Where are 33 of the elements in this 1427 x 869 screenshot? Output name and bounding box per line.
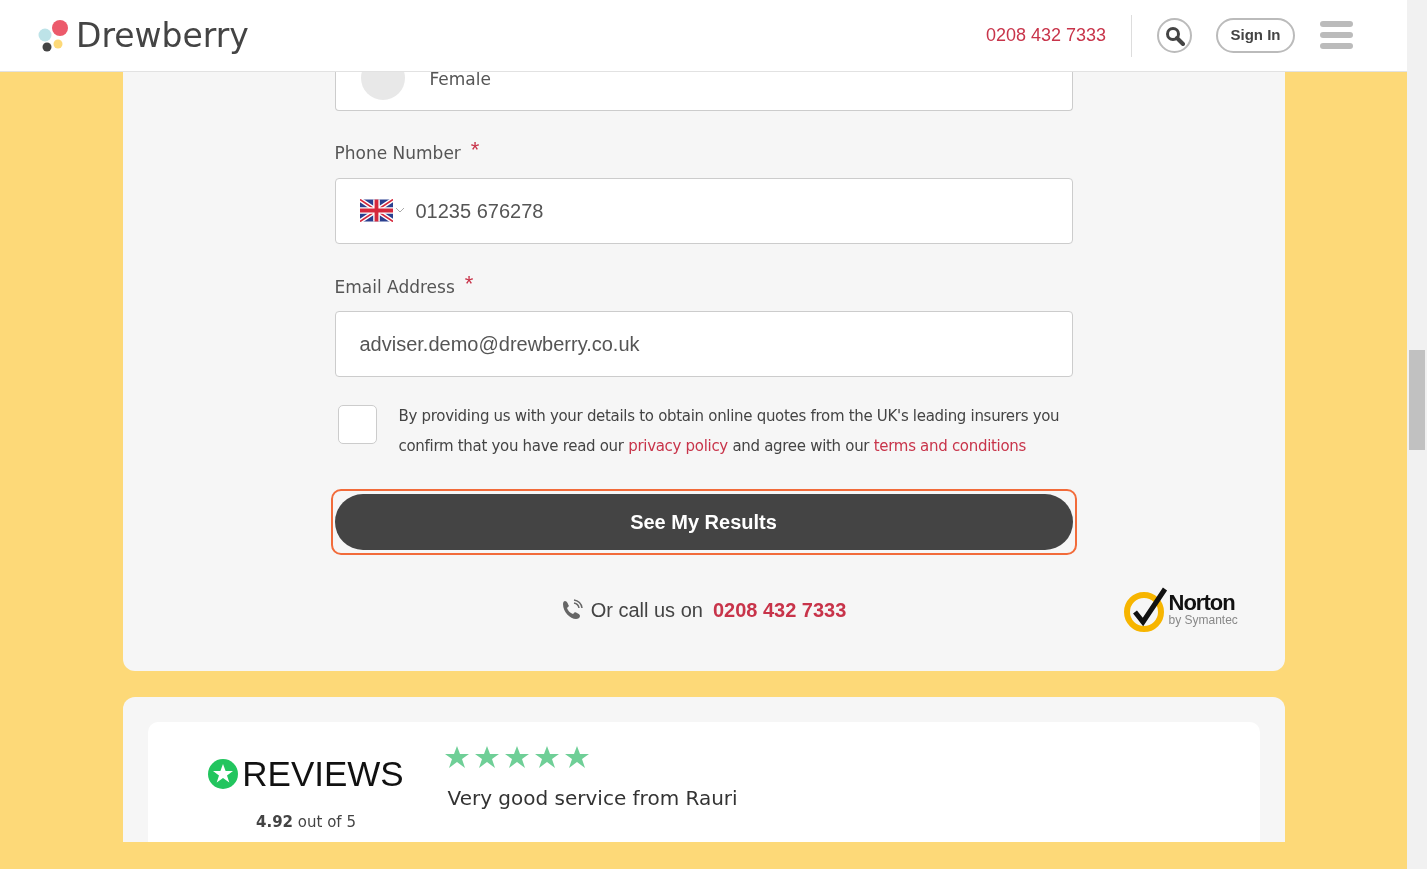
submit-button[interactable]: See My Results [334, 494, 1073, 550]
required-mark: * [470, 136, 480, 164]
badge-subtitle: by Symantec [1168, 614, 1238, 626]
rating-text: 4.92 out of 5 [256, 812, 356, 833]
phone-field[interactable]: 01235 676278 [334, 177, 1073, 244]
chevron-icon [395, 208, 404, 213]
logo-text[interactable]: Drewberry [76, 19, 249, 52]
field-label: Phone Number [334, 142, 461, 165]
gender-option[interactable]: Female [334, 72, 1073, 111]
menu-icon[interactable] [1320, 21, 1353, 50]
phone-icon [560, 599, 583, 621]
option-label: Female [429, 72, 491, 91]
reviews-logo-text: REVIEWS [242, 756, 404, 791]
phone-link[interactable]: 0208 432 7333 [985, 22, 1106, 49]
consent-text: By providing us with your details to obtain online quotes from the UK's leading insurers you confirm that you have read our privacy policy and agree with our terms and conditions [398, 406, 1061, 457]
field-label: Email Address [334, 275, 455, 299]
call-phone-link[interactable]: 0208 432 7333 [712, 595, 847, 625]
email-field[interactable]: adviser.demo@drewberry.co.uk [334, 311, 1073, 377]
search-icon [1164, 25, 1185, 46]
call-text: Or call us on [590, 598, 703, 623]
sign-in-button[interactable]: Sign In [1216, 18, 1295, 53]
review-title: Very good service from Rauri [447, 785, 738, 812]
logo-icon [38, 19, 68, 52]
required-mark: * [464, 269, 474, 298]
search-button[interactable] [1157, 18, 1192, 53]
consent-checkbox[interactable] [337, 405, 377, 444]
country-picker[interactable] [359, 199, 404, 222]
badge-name: Norton [1168, 592, 1236, 614]
consent-link[interactable]: terms and conditions [873, 437, 1027, 455]
scrollbar[interactable] [1407, 0, 1427, 869]
consent-link[interactable]: privacy policy [628, 437, 728, 455]
flag-icon [359, 199, 393, 222]
star-circle-icon [208, 758, 239, 789]
